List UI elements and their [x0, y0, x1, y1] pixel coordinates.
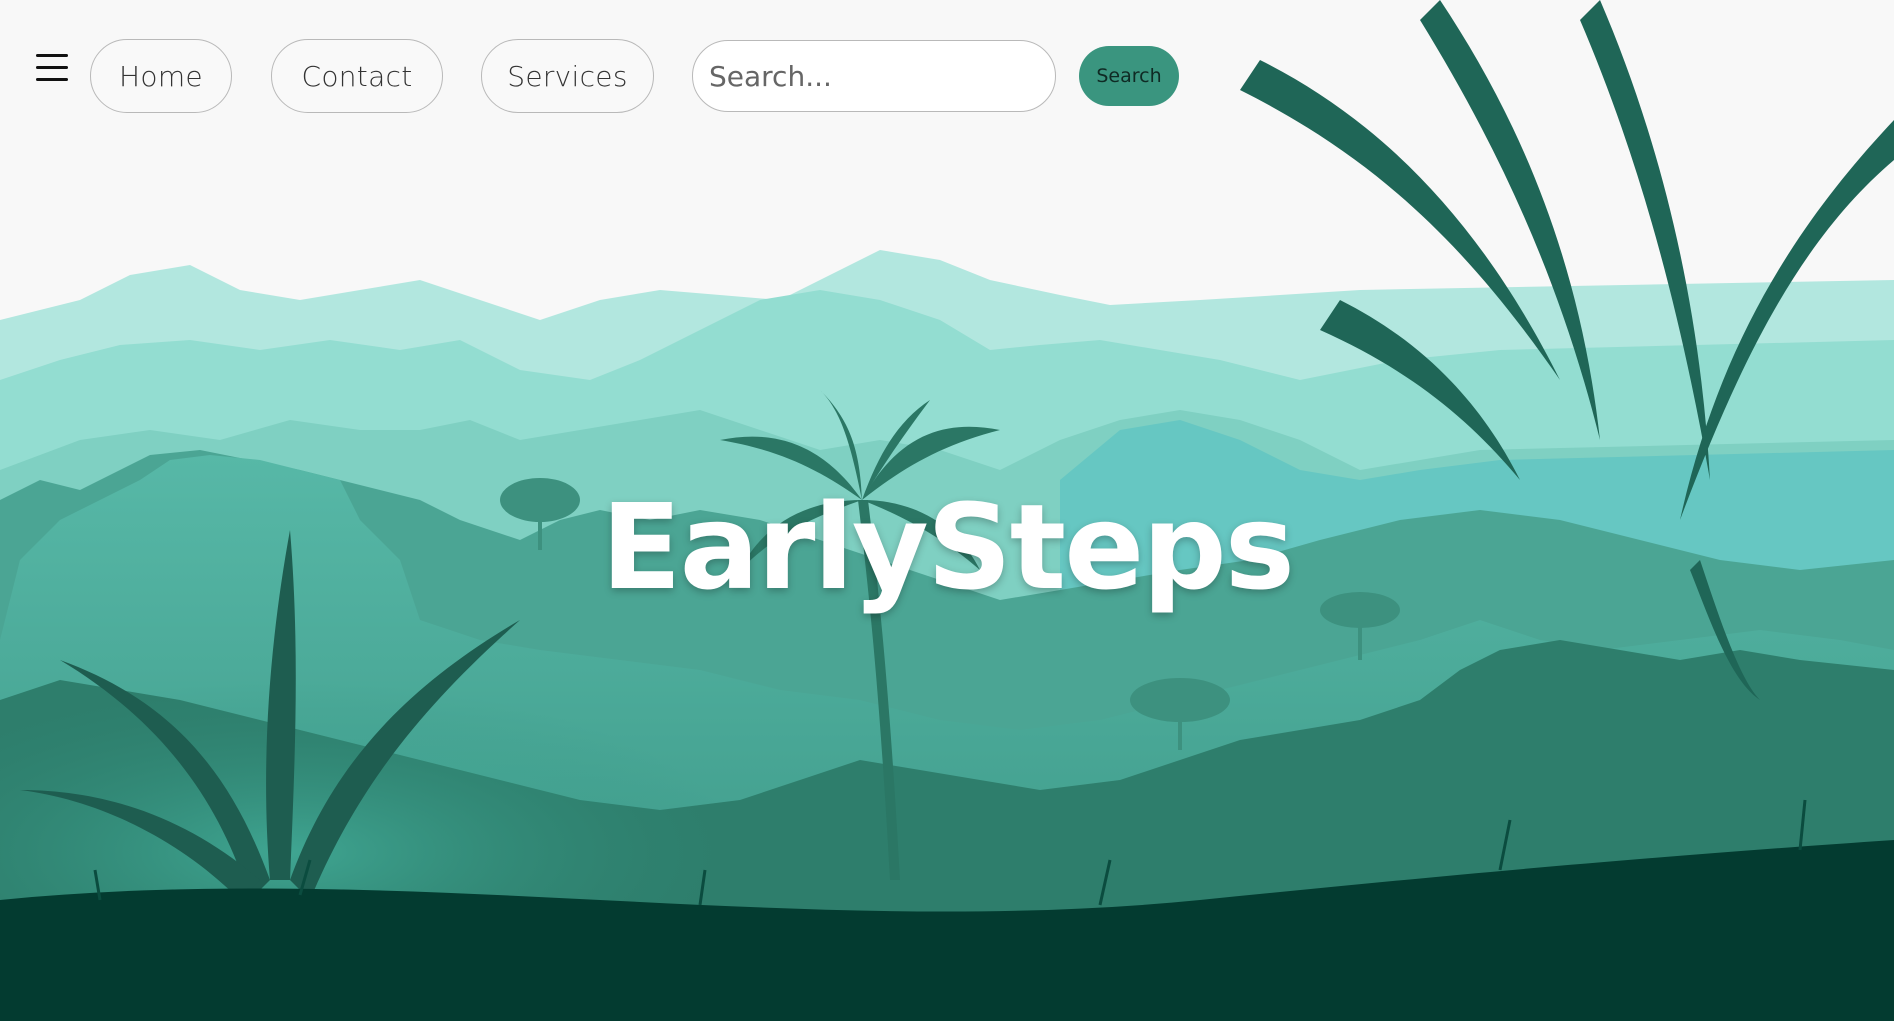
- hero-title: EarlySteps: [601, 478, 1295, 616]
- top-navigation: Home Contact Services Search: [0, 0, 1894, 150]
- hamburger-icon[interactable]: [36, 52, 70, 86]
- search-input[interactable]: [692, 40, 1056, 112]
- search-button[interactable]: Search: [1079, 46, 1179, 106]
- nav-link-services[interactable]: Services: [481, 39, 654, 113]
- nav-link-contact[interactable]: Contact: [271, 39, 443, 113]
- nav-link-home[interactable]: Home: [90, 39, 232, 113]
